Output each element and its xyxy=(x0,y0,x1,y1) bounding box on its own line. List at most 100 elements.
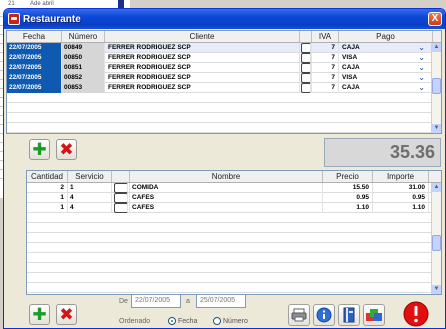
book-button[interactable] xyxy=(338,304,360,326)
ticket-row[interactable]: 22/07/2005 00849 FERRER RODRIGUEZ SCP 7 CAJA… xyxy=(7,42,441,53)
dropdown-arrow-icon[interactable]: ⌄ xyxy=(418,53,425,61)
ticket-client[interactable]: FERRER RODRIGUEZ SCP xyxy=(105,62,300,73)
line-quantity[interactable]: 1 xyxy=(27,192,68,203)
scroll-down-icon[interactable]: ▼ xyxy=(432,124,441,133)
column-cliente[interactable]: Cliente xyxy=(105,31,300,42)
ticket-iva[interactable]: 7 xyxy=(312,82,339,93)
line-service[interactable]: 1 xyxy=(68,182,112,193)
exit-button[interactable] xyxy=(401,300,431,328)
line-price[interactable]: 15.50 xyxy=(323,182,373,193)
ticket-row[interactable]: 22/07/2005 00853 FERRER RODRIGUEZ SCP 7 CAJA… xyxy=(7,82,441,93)
add-ticket-button[interactable]: ✚ xyxy=(29,139,50,160)
scroll-up-icon[interactable]: ▲ xyxy=(432,183,441,192)
ticket-check[interactable] xyxy=(300,72,312,83)
tickets-scroll-thumb[interactable] xyxy=(432,78,441,94)
line-check[interactable] xyxy=(112,202,130,213)
ticket-check[interactable] xyxy=(300,42,312,53)
ticket-number[interactable]: 00850 xyxy=(62,52,105,63)
checkbox-icon[interactable] xyxy=(113,202,128,213)
line-amount[interactable]: 1.10 xyxy=(373,202,429,213)
ticket-date[interactable]: 22/07/2005 xyxy=(7,42,62,53)
column-precio[interactable]: Precio xyxy=(323,171,373,182)
line-quantity[interactable]: 2 xyxy=(27,182,68,193)
line-name[interactable]: COMIDA xyxy=(130,182,323,193)
ticket-client[interactable]: FERRER RODRIGUEZ SCP xyxy=(105,42,300,53)
column-iva[interactable]: IVA xyxy=(312,31,339,42)
line-amount[interactable]: 0.95 xyxy=(373,192,429,203)
line-check[interactable] xyxy=(112,182,130,193)
close-button[interactable]: X xyxy=(428,12,442,26)
print-button[interactable] xyxy=(288,304,310,326)
date-to-input[interactable]: 25/07/2005 xyxy=(196,294,246,308)
info-button[interactable] xyxy=(313,304,335,326)
line-price[interactable]: 0.95 xyxy=(323,192,373,203)
ticket-row[interactable]: 22/07/2005 00852 FERRER RODRIGUEZ SCP 7 VISA… xyxy=(7,72,441,83)
checkbox-icon[interactable] xyxy=(300,42,311,53)
delete-line-button[interactable]: ✖ xyxy=(56,304,77,325)
dropdown-arrow-icon[interactable]: ⌄ xyxy=(418,63,425,71)
ticket-iva[interactable]: 7 xyxy=(312,72,339,83)
column-importe[interactable]: Importe xyxy=(373,171,429,182)
ticket-iva[interactable]: 7 xyxy=(312,52,339,63)
column-fecha[interactable]: Fecha xyxy=(7,31,62,42)
column-cantidad[interactable]: Cantidad xyxy=(27,171,68,182)
ticket-date[interactable]: 22/07/2005 xyxy=(7,62,62,73)
line-row[interactable]: 1 4 CAFES 0.95 0.95 xyxy=(27,192,441,203)
lines-scrollbar[interactable]: ▲ ▼ xyxy=(431,183,441,294)
ticket-date[interactable]: 22/07/2005 xyxy=(7,72,62,83)
ticket-date[interactable]: 22/07/2005 xyxy=(7,82,62,93)
line-amount[interactable]: 31.00 xyxy=(373,182,429,193)
ticket-date[interactable]: 22/07/2005 xyxy=(7,52,62,63)
line-quantity[interactable]: 1 xyxy=(27,202,68,213)
ticket-client[interactable]: FERRER RODRIGUEZ SCP xyxy=(105,52,300,63)
column-numero[interactable]: Número xyxy=(62,31,105,42)
ticket-number[interactable]: 00849 xyxy=(62,42,105,53)
checkbox-icon[interactable] xyxy=(300,52,311,63)
checkbox-icon[interactable] xyxy=(300,62,311,73)
ticket-payment[interactable]: VISA ⌄ xyxy=(339,52,433,63)
date-from-input[interactable]: 22/07/2005 xyxy=(131,294,181,308)
ticket-row[interactable]: 22/07/2005 00851 FERRER RODRIGUEZ SCP 7 CAJA… xyxy=(7,62,441,73)
ticket-payment[interactable]: CAJA ⌄ xyxy=(339,82,433,93)
checkbox-icon[interactable] xyxy=(300,82,311,93)
line-name[interactable]: CAFES xyxy=(130,202,323,213)
column-servicio[interactable]: Servicio xyxy=(68,171,112,182)
ticket-iva[interactable]: 7 xyxy=(312,42,339,53)
ticket-check[interactable] xyxy=(300,62,312,73)
ticket-check[interactable] xyxy=(300,82,312,93)
checkbox-icon[interactable] xyxy=(113,182,128,193)
checkbox-icon[interactable] xyxy=(113,192,128,203)
ticket-number[interactable]: 00853 xyxy=(62,82,105,93)
users-button[interactable] xyxy=(363,304,385,326)
ticket-payment[interactable]: VISA ⌄ xyxy=(339,72,433,83)
dropdown-arrow-icon[interactable]: ⌄ xyxy=(418,43,425,51)
line-row[interactable]: 1 4 CAFES 1.10 1.10 xyxy=(27,202,441,213)
dropdown-arrow-icon[interactable]: ⌄ xyxy=(418,73,425,81)
ticket-number[interactable]: 00852 xyxy=(62,72,105,83)
add-line-button[interactable]: ✚ xyxy=(29,304,50,325)
line-service[interactable]: 4 xyxy=(68,192,112,203)
ticket-row[interactable]: 22/07/2005 00850 FERRER RODRIGUEZ SCP 7 VISA… xyxy=(7,52,441,63)
ticket-client[interactable]: FERRER RODRIGUEZ SCP xyxy=(105,82,300,93)
order-numero-radio[interactable]: Número xyxy=(213,317,248,325)
lines-scroll-thumb[interactable] xyxy=(432,235,441,251)
ticket-number[interactable]: 00851 xyxy=(62,62,105,73)
scroll-up-icon[interactable]: ▲ xyxy=(432,43,441,52)
ticket-iva[interactable]: 7 xyxy=(312,62,339,73)
column-pago[interactable]: Pago xyxy=(339,31,433,42)
ticket-client[interactable]: FERRER RODRIGUEZ SCP xyxy=(105,72,300,83)
column-nombre[interactable]: Nombre xyxy=(130,171,323,182)
line-price[interactable]: 1.10 xyxy=(323,202,373,213)
line-name[interactable]: CAFES xyxy=(130,192,323,203)
scroll-down-icon[interactable]: ▼ xyxy=(432,285,441,294)
title-bar[interactable]: Restaurante X xyxy=(4,9,445,29)
ticket-payment[interactable]: CAJA ⌄ xyxy=(339,42,433,53)
ticket-payment[interactable]: CAJA ⌄ xyxy=(339,62,433,73)
line-check[interactable] xyxy=(112,192,130,203)
line-service[interactable]: 4 xyxy=(68,202,112,213)
dropdown-arrow-icon[interactable]: ⌄ xyxy=(418,83,425,91)
line-row[interactable]: 2 1 COMIDA 15.50 31.00 xyxy=(27,182,441,193)
tickets-scrollbar[interactable]: ▲ ▼ xyxy=(431,43,441,133)
delete-ticket-button[interactable]: ✖ xyxy=(56,139,77,160)
order-fecha-radio[interactable]: Fecha xyxy=(168,317,197,325)
